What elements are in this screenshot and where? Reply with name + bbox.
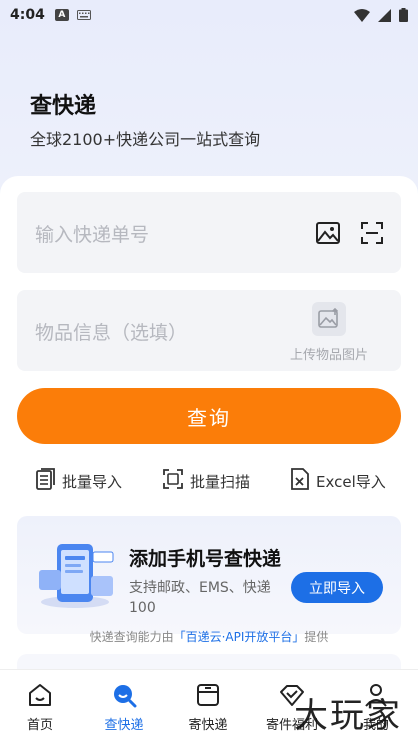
batch-import-button[interactable]: 批量导入 (36, 468, 122, 494)
query-card: 输入快递单号 物品信息（选填） 上传物品图片 查询 批量导入 批量扫描 Exce… (0, 176, 418, 674)
nav-track-label: 查快递 (104, 718, 144, 733)
battery-icon (399, 8, 408, 26)
tracking-number-placeholder: 输入快递单号 (35, 224, 150, 246)
scan-icon[interactable] (359, 220, 385, 246)
footnote-prefix: 快递查询能力由 (89, 630, 174, 644)
import-now-button[interactable]: 立即导入 (291, 572, 383, 603)
watermark: 大玩家 (294, 696, 402, 736)
upload-image-label: 上传物品图片 (289, 348, 368, 363)
query-button[interactable]: 查询 (17, 388, 401, 444)
wifi-icon (354, 8, 370, 26)
search-package-icon (111, 682, 137, 708)
batch-scan-label: 批量扫描 (190, 472, 251, 491)
phone-package-illustration (35, 540, 117, 614)
batch-import-label: 批量导入 (62, 472, 123, 491)
document-list-icon (36, 468, 56, 494)
scan-frame-icon (162, 468, 184, 494)
promo-description: 支持邮政、EMS、快递100 (129, 580, 271, 616)
box-icon (195, 682, 221, 708)
nav-home[interactable]: 首页 (0, 682, 80, 733)
item-info-input[interactable]: 物品信息（选填） 上传物品图片 (17, 290, 401, 371)
excel-import-button[interactable]: Excel导入 (290, 468, 386, 494)
excel-import-label: Excel导入 (316, 472, 386, 491)
page-subtitle: 全球2100+快递公司一站式查询 (30, 130, 261, 149)
image-picker-icon[interactable] (315, 220, 341, 246)
signal-icon (378, 8, 391, 26)
tracking-number-input[interactable]: 输入快递单号 (17, 192, 401, 273)
upload-image-icon (312, 302, 346, 336)
nav-send-label: 寄快递 (188, 718, 228, 733)
promo-title: 添加手机号查快递 (129, 548, 282, 570)
upload-item-image-button[interactable]: 上传物品图片 (281, 302, 377, 363)
nav-track[interactable]: 查快递 (84, 682, 164, 733)
api-provider-note: 快递查询能力由「百递云·API开放平台」提供 (0, 628, 418, 645)
nav-send[interactable]: 寄快递 (168, 682, 248, 733)
footnote-suffix: 提供 (304, 630, 329, 644)
excel-icon (290, 468, 310, 494)
tools-row: 批量导入 批量扫描 Excel导入 (0, 468, 418, 498)
home-icon (27, 682, 53, 708)
keyboard-icon (76, 9, 91, 21)
api-platform-link[interactable]: 「百递云·API开放平台」 (174, 630, 305, 644)
page-title: 查快递 (30, 94, 97, 119)
status-bar: 4:04 A (0, 0, 418, 30)
batch-scan-button[interactable]: 批量扫描 (162, 468, 250, 494)
status-time: 4:04 (10, 7, 45, 23)
item-info-placeholder: 物品信息（选填） (35, 322, 188, 344)
add-phone-promo: 添加手机号查快递 支持邮政、EMS、快递100 立即导入 (17, 516, 401, 634)
app-notification-icon: A (54, 9, 69, 21)
nav-home-label: 首页 (26, 718, 53, 733)
